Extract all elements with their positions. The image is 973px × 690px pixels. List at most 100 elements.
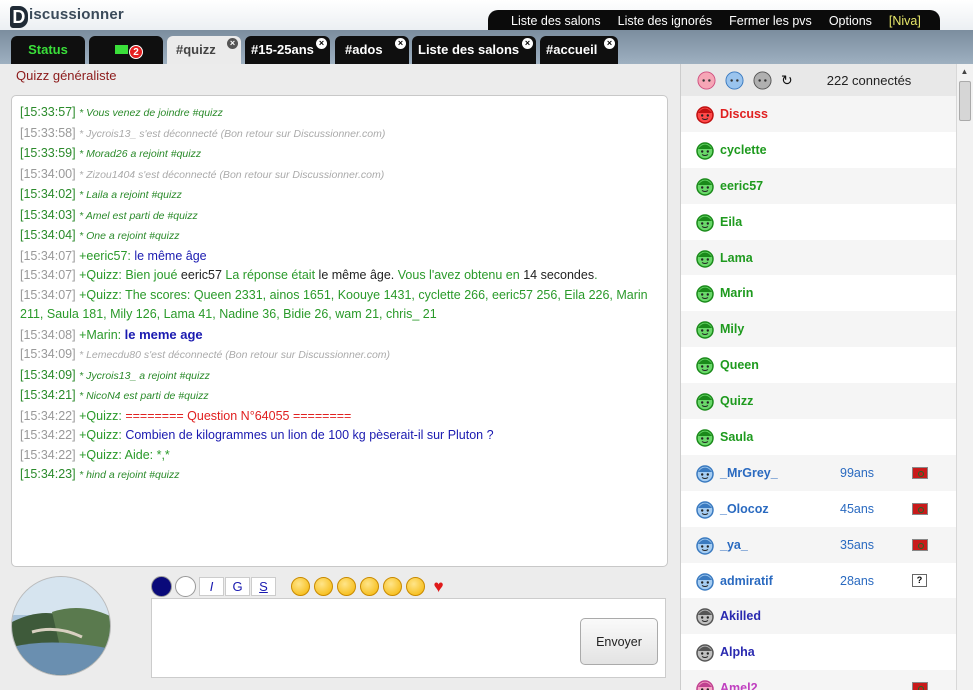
female-filter-icon[interactable]	[697, 70, 716, 90]
user-row[interactable]: eeric57	[681, 167, 956, 204]
user-name: cyclette	[720, 142, 767, 157]
scroll-up-icon[interactable]: ▲	[957, 64, 972, 79]
tab-15-25ans[interactable]: #15-25ans ×	[245, 36, 330, 64]
sad-emoji-icon[interactable]	[314, 576, 333, 596]
heart-emoji-icon[interactable]: ♥	[429, 577, 448, 596]
chat-nick[interactable]: +Quizz:	[79, 268, 122, 282]
tab-quizz[interactable]: #quizz ×	[167, 36, 241, 64]
party-emoji-icon[interactable]	[383, 576, 402, 596]
user-face-icon	[696, 644, 714, 663]
user-name: Eila	[720, 214, 743, 229]
unknown-flag-icon: ?	[912, 574, 927, 588]
chat-nick[interactable]: +Quizz:	[79, 409, 122, 423]
user-row[interactable]: Mily	[681, 311, 956, 348]
user-age: 35ans	[840, 537, 875, 552]
chat-nick[interactable]: +Quizz:	[79, 448, 122, 462]
avatar-landscape-image	[12, 577, 110, 675]
user-row[interactable]: Queen	[681, 347, 956, 384]
user-face-icon	[696, 142, 714, 160]
menu-liste-des-ignores[interactable]: Liste des ignorés	[618, 14, 713, 28]
text-color-dark-blue[interactable]	[151, 575, 172, 597]
user-name: Alpha	[720, 645, 755, 660]
menu-options[interactable]: Options	[829, 14, 872, 28]
send-button[interactable]: Envoyer	[580, 618, 658, 665]
close-tab-icon[interactable]: ×	[395, 38, 406, 49]
message-input[interactable]	[156, 605, 566, 667]
text-color-white[interactable]	[175, 575, 196, 597]
close-tab-icon[interactable]: ×	[316, 38, 327, 49]
chat-nick[interactable]: +Quizz:	[79, 428, 122, 442]
male-filter-icon[interactable]	[725, 70, 744, 90]
user-face-icon	[696, 357, 714, 375]
user-list[interactable]: Discuss cyclette eeric57 Eila Lama Marin Mily Q…	[681, 96, 956, 690]
envelope-icon	[115, 45, 128, 54]
morocco-flag-icon	[912, 538, 928, 551]
tab-messages[interactable]: 2	[89, 36, 163, 64]
unknown-filter-icon[interactable]	[753, 70, 772, 90]
chat-line: [15:34:03] * Amel est parti de #quizz	[20, 207, 198, 222]
user-row[interactable]: _ya_ 35ans	[681, 526, 956, 563]
chat-nick[interactable]: +eeric57:	[79, 249, 131, 263]
wink-emoji-icon[interactable]	[406, 576, 425, 596]
user-name: _MrGrey_	[720, 465, 778, 480]
user-age: 45ans	[840, 501, 875, 516]
chat-line: [15:33:59] * Morad26 a rejoint #quizz	[20, 146, 202, 160]
user-row[interactable]: admiratif 28ans?	[681, 562, 956, 599]
close-tab-icon[interactable]: ×	[227, 38, 238, 49]
user-row[interactable]: Saula	[681, 419, 956, 455]
user-row[interactable]: Discuss	[681, 96, 956, 132]
chat-area: Quizz généraliste [15:33:57] * Vous vene…	[0, 64, 680, 690]
refresh-icon[interactable]: ↻	[781, 72, 793, 89]
chat-line: [15:33:57] * Vous venez de joindre #quiz…	[20, 105, 223, 119]
smile-emoji-icon[interactable]	[291, 576, 310, 596]
logo[interactable]: Discussionner	[10, 6, 124, 28]
user-row[interactable]: Quizz	[681, 383, 956, 420]
user-name: Lama	[720, 250, 753, 265]
user-face-icon	[696, 429, 714, 447]
chat-line: [15:34:22] +Quizz: Aide: *,*	[20, 447, 170, 462]
bold-button[interactable]: G	[225, 576, 250, 596]
close-tab-icon[interactable]: ×	[604, 38, 615, 49]
user-row[interactable]: Akilled	[681, 598, 956, 635]
chat-log[interactable]: [15:33:57] * Vous venez de joindre #quiz…	[11, 95, 668, 567]
chat-nick[interactable]: +Quizz:	[79, 288, 122, 302]
tab-status[interactable]: Status	[11, 36, 85, 64]
chat-nick[interactable]: +Marin:	[79, 328, 121, 342]
user-row[interactable]: _Olocoz 45ans	[681, 490, 956, 527]
user-name: Queen	[720, 358, 759, 373]
user-avatar[interactable]	[11, 576, 111, 676]
format-toolbar: I G S ♥	[151, 575, 448, 597]
morocco-flag-icon	[912, 682, 928, 690]
user-name: eeric57	[720, 178, 764, 193]
user-face-icon	[696, 249, 714, 268]
user-row[interactable]: cyclette	[681, 131, 956, 168]
user-face-icon	[696, 536, 714, 555]
user-row[interactable]: _MrGrey_ 99ans	[681, 454, 956, 491]
chat-line: [15:34:07] +Quizz: Bien joué eeric57 La …	[20, 268, 598, 282]
underline-button[interactable]: S	[251, 576, 276, 596]
surprised-emoji-icon[interactable]	[360, 576, 379, 596]
user-name: Quizz	[720, 394, 754, 409]
user-row[interactable]: Lama	[681, 239, 956, 276]
scroll-thumb[interactable]	[959, 81, 971, 121]
user-name: _Olocoz	[720, 501, 769, 516]
tab-ados[interactable]: #ados ×	[335, 36, 409, 64]
user-name: Amel2	[720, 681, 758, 690]
user-list-scrollbar[interactable]: ▲	[956, 64, 973, 690]
menu-liste-des-salons[interactable]: Liste des salons	[511, 14, 601, 28]
tab-liste-des-salons[interactable]: Liste des salons ×	[412, 36, 536, 64]
user-row[interactable]: Alpha	[681, 634, 956, 671]
chat-line: [15:33:58] * Jycrois13_ s'est déconnecté…	[20, 125, 386, 140]
grin-emoji-icon[interactable]	[337, 576, 356, 596]
user-name: _ya_	[720, 537, 748, 552]
close-tab-icon[interactable]: ×	[522, 38, 533, 49]
user-age: 99ans	[840, 465, 875, 480]
menu-fermer-les-pvs[interactable]: Fermer les pvs	[729, 14, 812, 28]
italic-button[interactable]: I	[199, 576, 224, 596]
tab-accueil[interactable]: #accueil ×	[540, 36, 618, 64]
user-row[interactable]: Marin	[681, 275, 956, 312]
user-row[interactable]: Amel2	[681, 670, 956, 690]
user-row[interactable]: Eila	[681, 203, 956, 240]
user-face-icon	[696, 680, 714, 690]
user-face-icon	[696, 393, 714, 411]
